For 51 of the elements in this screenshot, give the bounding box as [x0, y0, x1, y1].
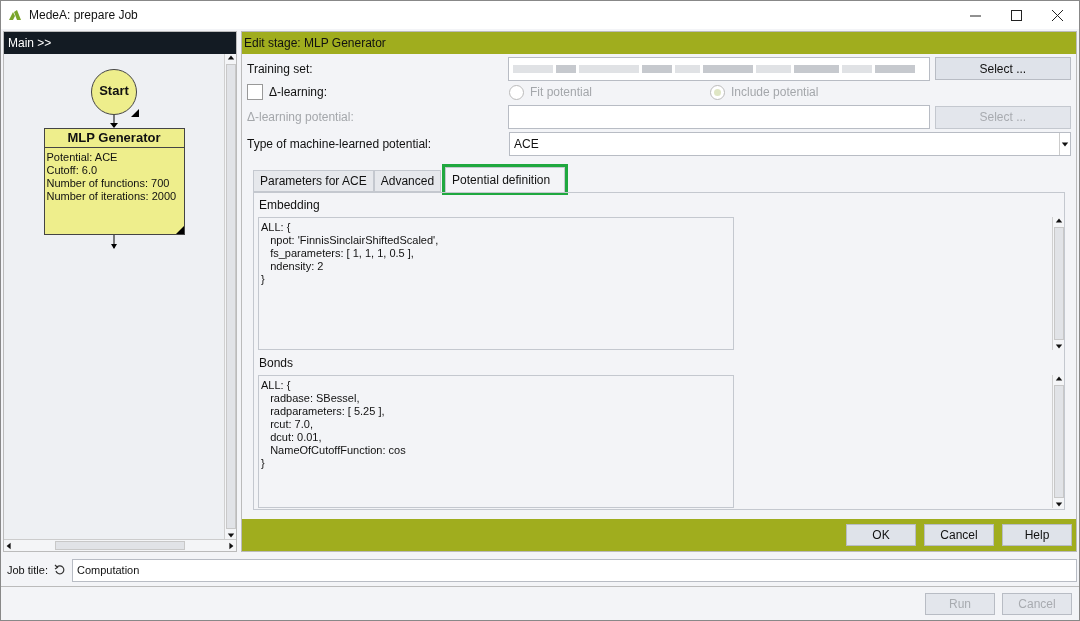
file-path-field[interactable] [507, 56, 930, 81]
tab[interactable]: Advanced [373, 170, 442, 192]
radio-label: Include potential [731, 84, 819, 101]
corner-marker-icon [131, 109, 139, 117]
panel-header: Main >> [4, 32, 236, 54]
scroll-up-icon[interactable] [1054, 217, 1063, 225]
radio-label: Fit potential [530, 84, 593, 101]
horizontal-scrollbar[interactable] [4, 539, 236, 551]
corner-marker-icon [175, 226, 184, 234]
section-label: Bonds [258, 355, 295, 372]
job-title-field[interactable]: Computation [71, 558, 1077, 582]
scroll-up-icon[interactable] [1054, 375, 1063, 383]
code-editor[interactable]: ALL: { radbase: SBessel, radparameters: [ 5.25 ], rcut: 7.0, dcut: 0.01, NameOfCutoffFunction: cos } [258, 375, 734, 508]
section-label: Embedding [258, 197, 321, 214]
close-icon[interactable] [1052, 9, 1063, 21]
panel-header: Edit stage: MLP Generator [242, 32, 1076, 54]
vertical-scrollbar[interactable] [224, 54, 236, 539]
checkbox[interactable] [247, 84, 263, 100]
dropdown-arrow-icon[interactable] [1061, 140, 1069, 148]
stage-detail: Potential: ACE [46, 151, 119, 164]
start-node[interactable]: Start [91, 69, 137, 115]
scroll-right-icon[interactable] [227, 541, 235, 550]
checkbox-label: Δ-learning: [269, 84, 328, 101]
dialog-button[interactable]: Cancel [924, 524, 994, 546]
scroll-down-icon[interactable] [1054, 342, 1063, 350]
dialog-button[interactable]: OK [846, 524, 916, 546]
reset-icon[interactable] [53, 564, 66, 576]
stage-detail: Number of functions: 700 [46, 177, 171, 190]
scroll-left-icon[interactable] [5, 541, 13, 550]
app-logo-icon [9, 10, 21, 20]
dialog-button[interactable]: Help [1002, 524, 1072, 546]
code-editor[interactable]: ALL: { npot: 'FinnisSinclairShiftedScaled', fs_parameters: [ 1, 1, 1, 0.5 ], ndensity: 2 } [258, 217, 734, 350]
potential-field[interactable] [507, 105, 930, 129]
connector-arrow [110, 115, 118, 128]
window-title: MedeA: prepare Job [29, 7, 138, 24]
stage-title: MLP Generator [44, 129, 184, 148]
maximize-icon[interactable] [1011, 9, 1022, 21]
select-button[interactable]: Select ... [934, 57, 1071, 80]
tab[interactable]: Potential definition [445, 167, 566, 192]
connector-line [110, 235, 118, 249]
scroll-down-icon[interactable] [1054, 500, 1063, 508]
potential-type-dropdown[interactable]: ACE [509, 132, 1071, 156]
field-label: Δ-learning potential: [247, 109, 355, 126]
tab[interactable]: Parameters for ACE [253, 170, 374, 192]
stage-detail: Number of iterations: 2000 [46, 190, 178, 203]
stage-node[interactable]: MLP Generator Potential: ACE Cutoff: 6.0 Number of functions: 700 Number of iterations: 2000 [43, 128, 185, 235]
vertical-scrollbar[interactable] [1052, 375, 1064, 508]
field-label: Type of machine-learned potential: [247, 136, 433, 153]
field-label: Training set: [247, 60, 314, 78]
stage-detail: Cutoff: 6.0 [46, 164, 99, 177]
field-label: Job title: [7, 562, 48, 578]
